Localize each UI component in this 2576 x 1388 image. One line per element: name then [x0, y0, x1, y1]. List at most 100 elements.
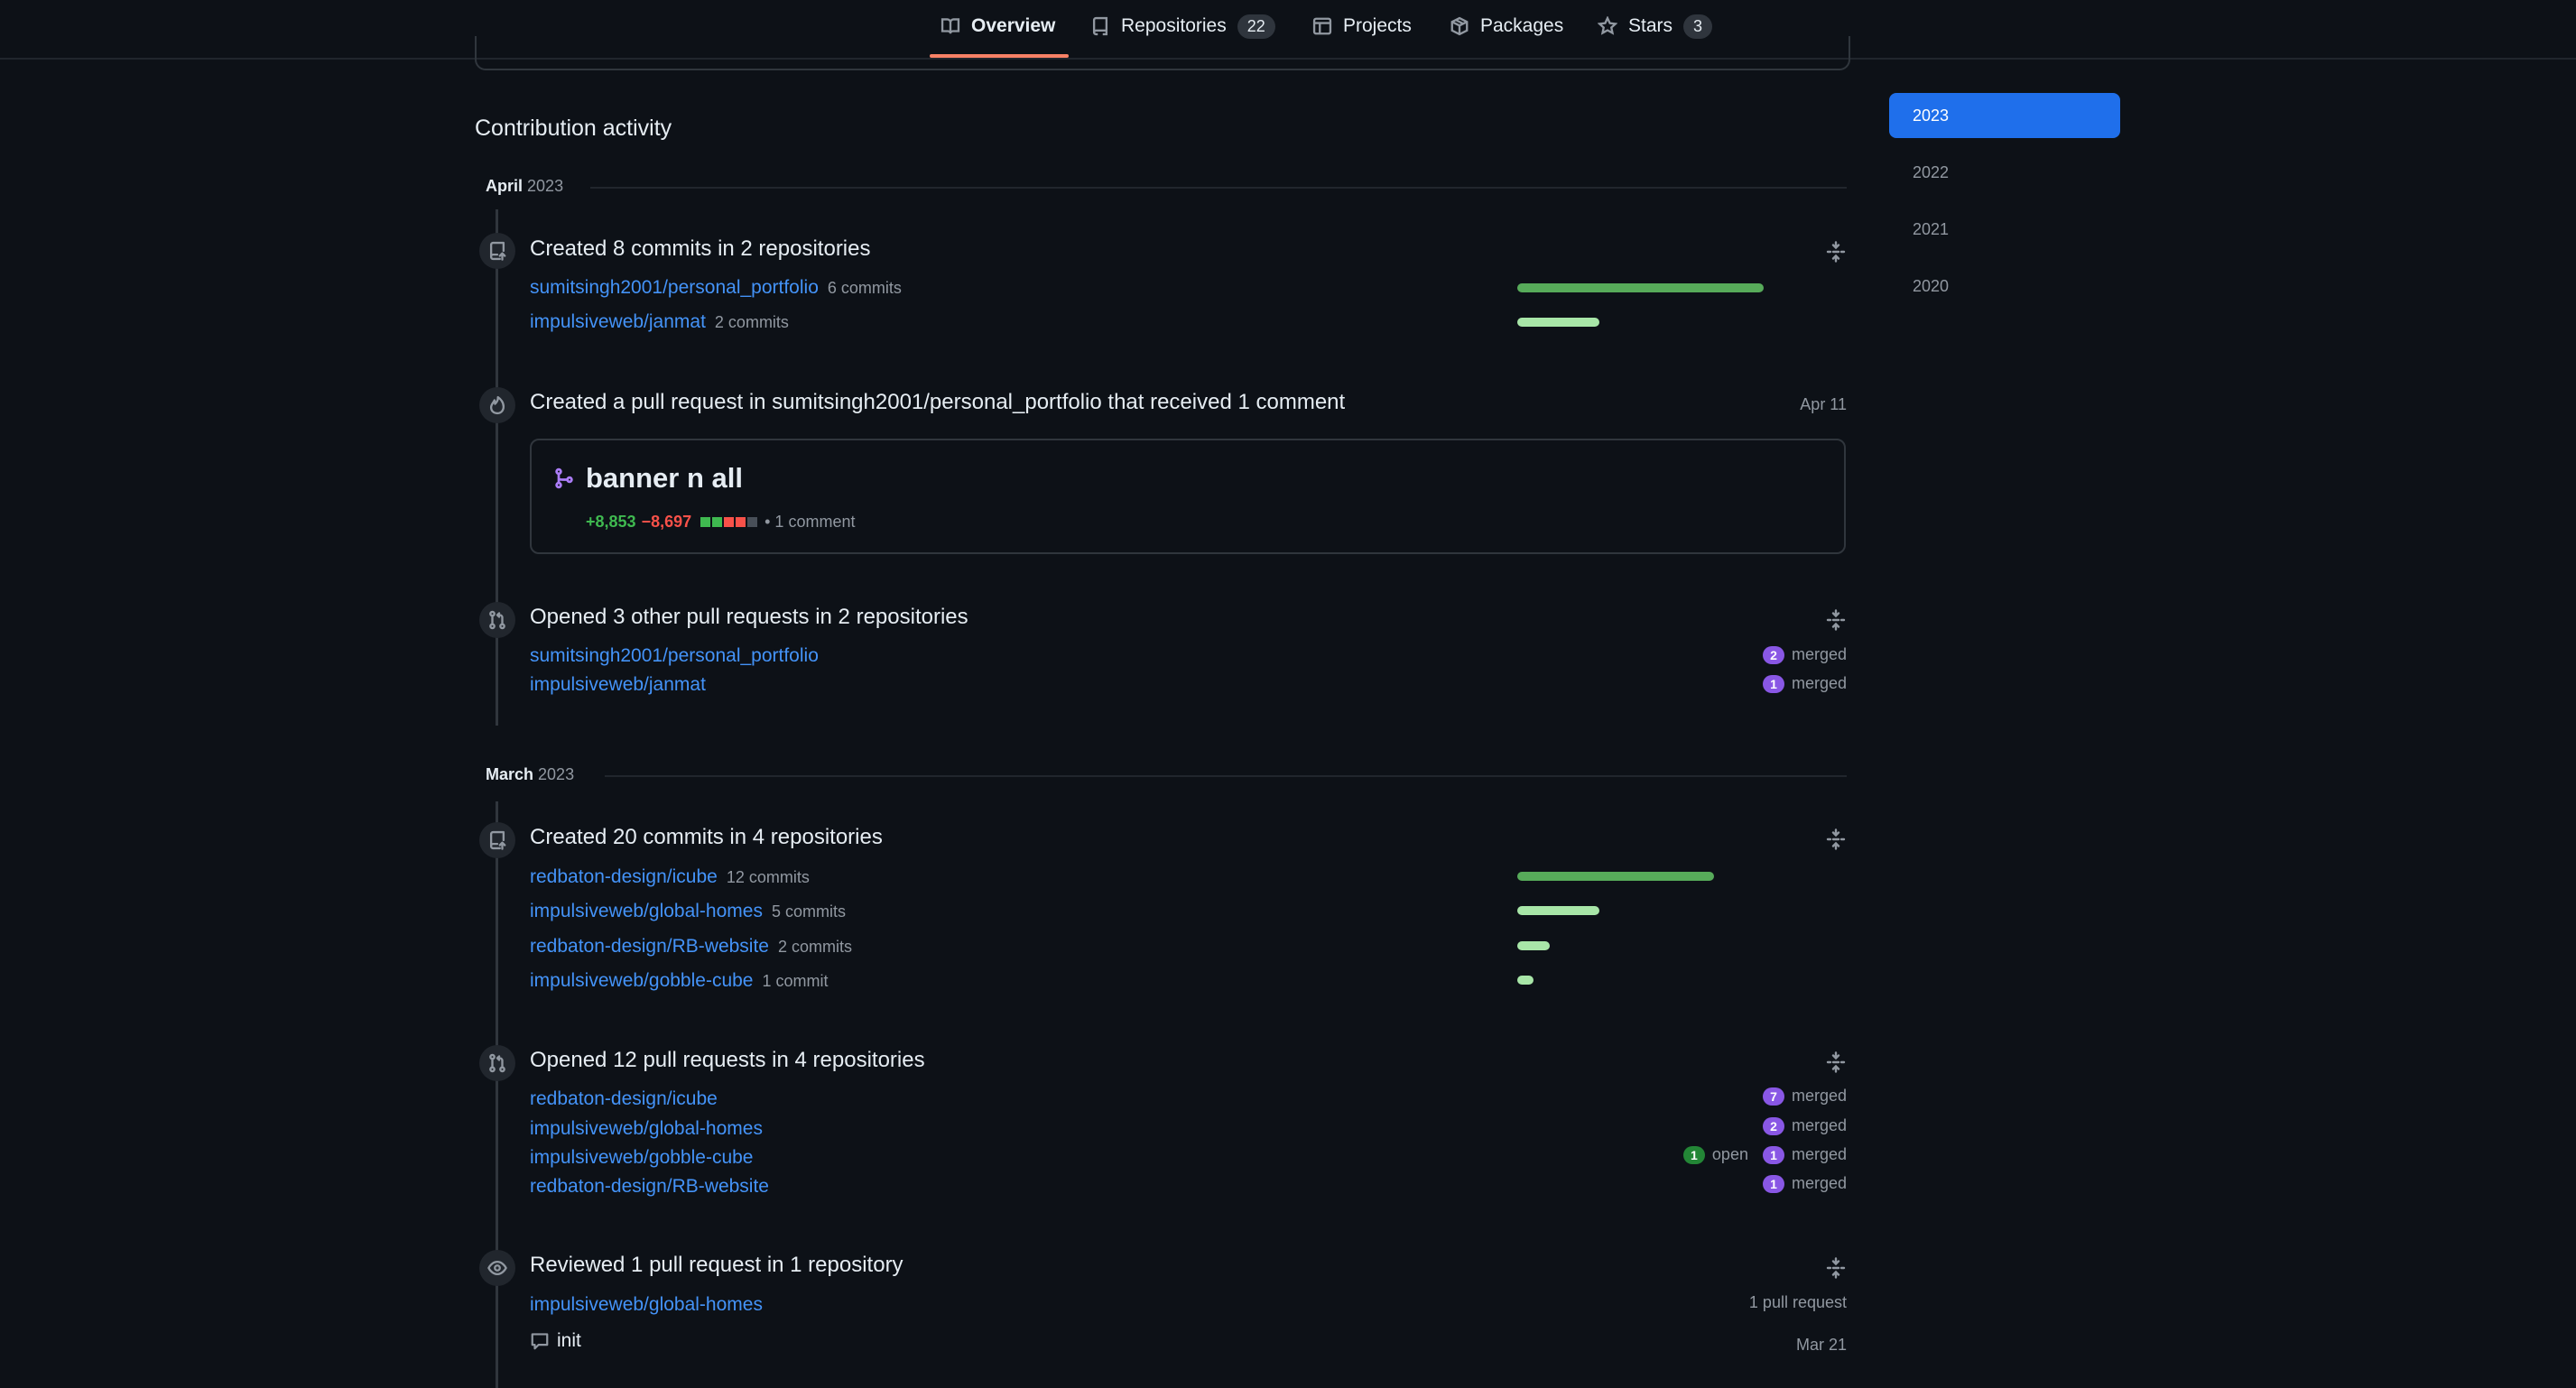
- timeline-line: [496, 801, 498, 1388]
- merged-label: merged: [1791, 674, 1847, 692]
- repo-icon: [1092, 16, 1108, 36]
- review-date: Mar 21: [1795, 1336, 1847, 1354]
- event-title: Opened 3 other pull requests in 2 reposi…: [530, 605, 968, 629]
- repo-link[interactable]: impulsiveweb/gobble-cube: [530, 1147, 753, 1168]
- timeline-line: [496, 209, 498, 726]
- pr-status: 1 merged: [1762, 674, 1847, 693]
- pull-request-card: banner n all +8,853 −8,697 • 1 comment: [530, 439, 1846, 554]
- repo-link[interactable]: impulsiveweb/global-homes: [530, 1118, 763, 1139]
- pr-repo-row: sumitsingh2001/personal_portfolio: [530, 645, 819, 667]
- merged-count: 7: [1762, 1087, 1784, 1106]
- fold-icon: [1826, 828, 1846, 850]
- event-title: Created a pull request in sumitsingh2001…: [530, 390, 1346, 414]
- year-filter-2022[interactable]: 2022: [1889, 150, 2120, 195]
- pr-status: 2 merged: [1762, 645, 1847, 664]
- event-date: Apr 11: [1800, 395, 1847, 413]
- git-pull-request-icon: [553, 467, 575, 489]
- event-title: Opened 12 pull requests in 4 repositorie…: [530, 1048, 925, 1072]
- month-year: 2023: [538, 765, 575, 783]
- review-event-icon: [479, 1250, 515, 1286]
- diffstat-squares: [700, 513, 759, 532]
- month-name: April: [486, 177, 524, 195]
- repo-link[interactable]: impulsiveweb/janmat: [530, 674, 706, 695]
- pr-repo-row: impulsiveweb/gobble-cube: [530, 1147, 753, 1169]
- repo-link[interactable]: impulsiveweb/gobble-cube: [530, 970, 753, 991]
- git-pull-request-icon: [489, 610, 505, 630]
- collapse-toggle[interactable]: [1825, 828, 1847, 850]
- merged-count: 1: [1762, 1145, 1784, 1164]
- pr-repo-row: redbaton-design/icube: [530, 1088, 718, 1110]
- collapse-toggle[interactable]: [1825, 1257, 1847, 1279]
- commit-count: 1 commit: [762, 972, 829, 990]
- commit-count: 12 commits: [726, 868, 810, 886]
- package-icon: [1450, 16, 1469, 36]
- commit-bar: [1517, 872, 1714, 881]
- section-title: Contribution activity: [475, 116, 672, 141]
- merged-count: 1: [1762, 1174, 1784, 1193]
- review-repo-row: impulsiveweb/global-homes: [530, 1294, 763, 1316]
- pr-event-icon: [479, 602, 515, 638]
- git-pull-request-icon: [489, 1053, 505, 1073]
- pr-diff-stats: +8,853 −8,697 • 1 comment: [586, 513, 855, 532]
- review-count: 1 pull request: [1748, 1293, 1847, 1311]
- repo-link[interactable]: impulsiveweb/janmat: [530, 311, 706, 332]
- repo-link[interactable]: redbaton-design/RB-website: [530, 936, 769, 957]
- reviewed-pr-link[interactable]: init: [557, 1330, 581, 1352]
- pr-status: 7 merged: [1762, 1087, 1847, 1106]
- merged-label: merged: [1791, 645, 1847, 663]
- merged-label: merged: [1791, 1087, 1847, 1105]
- commit-count: 2 commits: [777, 938, 852, 956]
- repo-link[interactable]: sumitsingh2001/personal_portfolio: [530, 277, 819, 298]
- month-year: 2023: [527, 177, 564, 195]
- event-title: Created 20 commits in 4 repositories: [530, 825, 883, 849]
- commit-count: 2 commits: [714, 313, 789, 331]
- book-icon: [941, 18, 960, 34]
- fold-icon: [1826, 241, 1846, 263]
- repo-link[interactable]: impulsiveweb/global-homes: [530, 1294, 763, 1315]
- merged-label: merged: [1791, 1116, 1847, 1134]
- pr-status: 1 open 1 merged: [1682, 1145, 1847, 1164]
- year-filter-2021[interactable]: 2021: [1889, 207, 2120, 252]
- month-divider: [590, 187, 1847, 189]
- collapse-toggle[interactable]: [1825, 609, 1847, 631]
- collapse-toggle[interactable]: [1825, 1051, 1847, 1073]
- tab-label: Overview: [971, 15, 1056, 36]
- table-icon: [1312, 17, 1332, 35]
- repo-link[interactable]: redbaton-design/icube: [530, 866, 718, 887]
- pinned-box-edge: [475, 36, 1850, 70]
- repo-link[interactable]: sumitsingh2001/personal_portfolio: [530, 645, 819, 666]
- pr-repo-row: impulsiveweb/global-homes: [530, 1118, 763, 1140]
- repositories-count: 22: [1237, 14, 1275, 39]
- merged-label: merged: [1791, 1145, 1847, 1163]
- commit-bar: [1517, 283, 1764, 292]
- month-name: March: [486, 765, 534, 783]
- open-label: open: [1711, 1145, 1748, 1163]
- fold-icon: [1826, 609, 1846, 631]
- star-icon: [1598, 16, 1617, 35]
- reviewed-pr-row: init: [530, 1330, 581, 1352]
- repo-link[interactable]: redbaton-design/icube: [530, 1088, 718, 1109]
- pr-title-link[interactable]: banner n all: [586, 462, 743, 495]
- pr-repo-row: redbaton-design/RB-website: [530, 1176, 769, 1198]
- event-title: Reviewed 1 pull request in 1 repository: [530, 1253, 903, 1277]
- year-filter-2020[interactable]: 2020: [1889, 264, 2120, 309]
- commit-bar: [1517, 318, 1599, 327]
- pr-event-icon: [479, 1045, 515, 1081]
- stars-count: 3: [1683, 14, 1713, 39]
- collapse-toggle[interactable]: [1825, 241, 1847, 263]
- repo-link[interactable]: redbaton-design/RB-website: [530, 1176, 769, 1197]
- pr-repo-row: impulsiveweb/janmat: [530, 674, 706, 696]
- event-title: Created 8 commits in 2 repositories: [530, 236, 871, 261]
- month-divider: [605, 775, 1847, 777]
- repo-link[interactable]: impulsiveweb/global-homes: [530, 901, 763, 921]
- year-filter-2023[interactable]: 2023: [1889, 93, 2120, 138]
- commit-bar: [1517, 941, 1550, 950]
- pr-status: 2 merged: [1762, 1116, 1847, 1135]
- commit-bar: [1517, 976, 1534, 985]
- commit-repo-row: sumitsingh2001/personal_portfolio 6 commi…: [530, 277, 902, 299]
- commit-bar: [1517, 906, 1599, 915]
- repo-push-icon: [489, 830, 506, 850]
- flame-icon: [489, 395, 505, 415]
- tab-label: Stars: [1628, 15, 1673, 36]
- commit-repo-row: impulsiveweb/global-homes 5 commits: [530, 901, 846, 922]
